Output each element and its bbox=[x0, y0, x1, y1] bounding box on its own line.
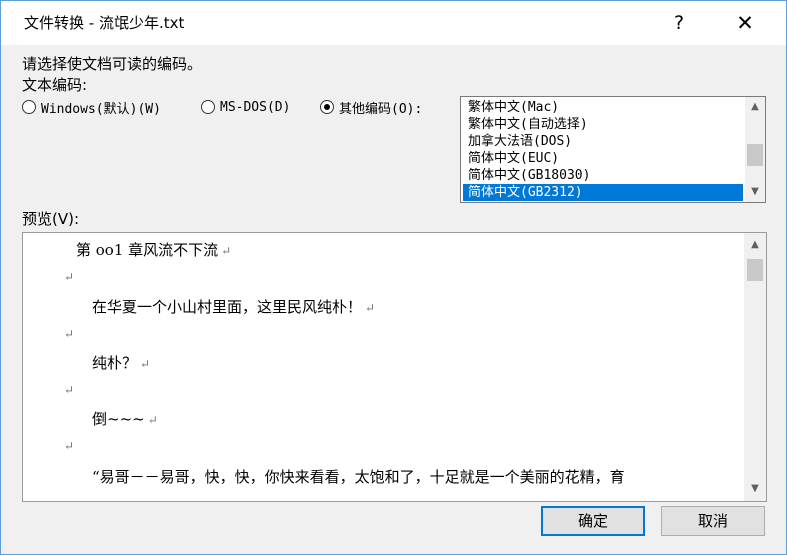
radio-ms-dos[interactable]: MS-DOS(D) bbox=[201, 97, 290, 117]
encoding-scroll-thumb[interactable] bbox=[747, 144, 763, 166]
scroll-down-arrow-icon[interactable]: ▼ bbox=[744, 481, 766, 497]
ok-button[interactable]: 确定 bbox=[541, 506, 645, 536]
encoding-list-scrollbar[interactable]: ▲ ▼ bbox=[745, 97, 765, 202]
radio-windows-label: Windows(默认)(W) bbox=[41, 101, 161, 117]
preview-scrollbar[interactable]: ▲ ▼ bbox=[744, 233, 766, 501]
paragraph-mark-icon: ↵ bbox=[147, 413, 158, 427]
paragraph-mark-icon: ↵ bbox=[64, 383, 75, 397]
encoding-option-selected[interactable]: 简体中文(GB2312) bbox=[463, 184, 743, 201]
paragraph-mark-icon: ↵ bbox=[64, 270, 75, 284]
preview-scroll-thumb[interactable] bbox=[747, 259, 763, 281]
paragraph-mark-icon: ↵ bbox=[140, 357, 151, 371]
instruction-text: 请选择使文档可读的编码。 bbox=[22, 55, 203, 73]
radio-other-encoding[interactable]: 其他编码(O): bbox=[320, 97, 422, 117]
window-title: 文件转换 - 流氓少年.txt bbox=[24, 14, 185, 32]
radio-ms-dos-label: MS-DOS(D) bbox=[220, 99, 291, 115]
preview-line: ↵ bbox=[61, 267, 74, 285]
encoding-option[interactable]: 简体中文(EUC) bbox=[463, 150, 743, 167]
encoding-option[interactable]: 加拿大法语(DOS) bbox=[463, 133, 743, 150]
radio-other-indicator[interactable] bbox=[320, 100, 334, 114]
paragraph-mark-icon: ↵ bbox=[221, 244, 232, 258]
radio-other-label: 其他编码(O): bbox=[339, 101, 423, 117]
cancel-button[interactable]: 取消 bbox=[661, 506, 765, 536]
paragraph-mark-icon: ↵ bbox=[64, 439, 75, 453]
paragraph-mark-icon: ↵ bbox=[365, 301, 376, 315]
title-bar: 文件转换 - 流氓少年.txt ? ✕ bbox=[1, 1, 786, 45]
scroll-up-arrow-icon[interactable]: ▲ bbox=[744, 237, 766, 253]
preview-line: ↵ bbox=[61, 324, 74, 342]
preview-label: 预览(V): bbox=[22, 210, 80, 228]
preview-line: ↵ bbox=[61, 380, 74, 398]
encoding-option[interactable]: 繁体中文(自动选择) bbox=[463, 116, 743, 133]
preview-line: ↵ bbox=[61, 436, 74, 454]
text-encoding-label: 文本编码: bbox=[22, 76, 88, 94]
encoding-listbox[interactable]: 繁体中文(Mac) 繁体中文(自动选择) 加拿大法语(DOS) 简体中文(EUC… bbox=[460, 96, 766, 203]
preview-line: 在华夏一个小山村里面，这里民风纯朴！ ↵ bbox=[92, 298, 376, 316]
scroll-down-arrow-icon[interactable]: ▼ bbox=[745, 184, 765, 200]
radio-windows-indicator[interactable] bbox=[22, 100, 36, 114]
file-conversion-dialog: 文件转换 - 流氓少年.txt ? ✕ 请选择使文档可读的编码。 文本编码: W… bbox=[0, 0, 787, 555]
encoding-option[interactable]: 简体中文(GB18030) bbox=[463, 167, 743, 184]
radio-windows-default[interactable]: Windows(默认)(W) bbox=[22, 97, 161, 117]
preview-line: 纯朴？ ↵ bbox=[92, 354, 151, 372]
encoding-option[interactable]: 繁体中文(Mac) bbox=[463, 99, 743, 116]
help-button[interactable]: ? bbox=[661, 5, 697, 41]
close-button[interactable]: ✕ bbox=[725, 5, 765, 41]
preview-line: 倒~~~ ↵ bbox=[92, 410, 158, 428]
radio-ms-dos-indicator[interactable] bbox=[201, 100, 215, 114]
preview-line: 第 oo1 章风流不下流 ↵ bbox=[76, 241, 232, 259]
preview-pane[interactable]: 第 oo1 章风流不下流 ↵ ↵ 在华夏一个小山村里面，这里民风纯朴！ ↵ ↵ 纯朴… bbox=[22, 232, 767, 502]
scroll-up-arrow-icon[interactable]: ▲ bbox=[745, 99, 765, 115]
preview-line: “易哥－－易哥，快，快，你快来看看，太饱和了，十足就是一个美丽的花精，育 bbox=[92, 468, 625, 486]
paragraph-mark-icon: ↵ bbox=[64, 327, 75, 341]
